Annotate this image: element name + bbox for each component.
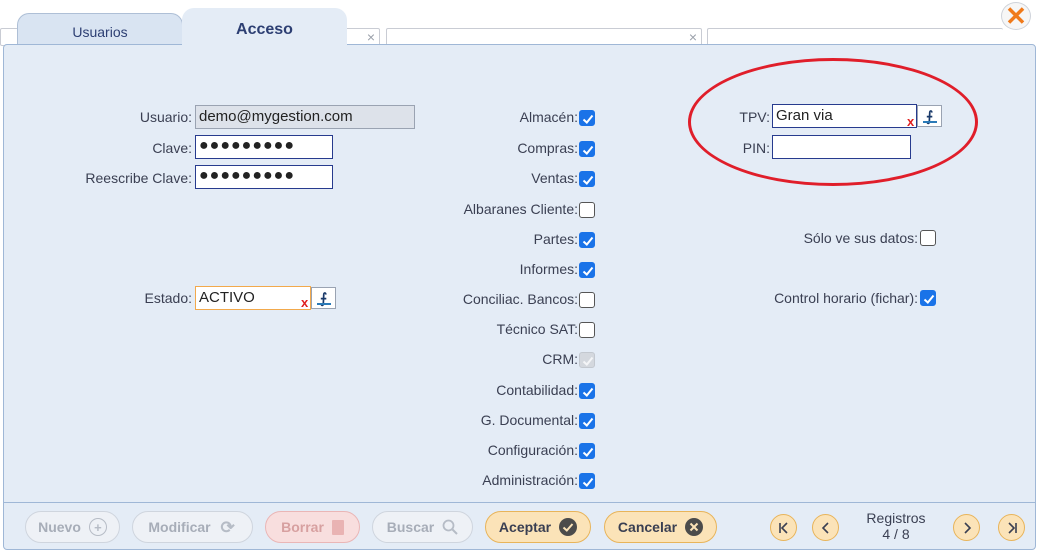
control-horario-checkbox[interactable] bbox=[920, 290, 936, 306]
cancelar-button[interactable]: Cancelar bbox=[604, 511, 717, 543]
chevron-left-icon bbox=[821, 521, 829, 534]
permission-checkbox[interactable] bbox=[579, 202, 595, 218]
modificar-label: Modificar bbox=[148, 519, 211, 535]
tab-usuarios[interactable]: Usuarios bbox=[17, 13, 183, 47]
registros-label: Registros bbox=[866, 510, 926, 526]
footer-toolbar: Nuevo + Modificar ⟳ Borrar Buscar Acepta… bbox=[3, 502, 1036, 550]
permission-label: Albaranes Cliente: bbox=[463, 201, 578, 217]
aceptar-button[interactable]: Aceptar bbox=[485, 511, 591, 543]
permission-checkbox[interactable] bbox=[579, 141, 595, 157]
permission-label: Conciliac. Bancos: bbox=[462, 291, 578, 307]
modificar-button[interactable]: Modificar ⟳ bbox=[132, 511, 253, 543]
usuario-field[interactable]: demo@mygestion.com bbox=[195, 105, 415, 129]
tab-acceso[interactable]: Acceso bbox=[182, 8, 347, 48]
pin-label: PIN: bbox=[742, 140, 770, 156]
clave-label: Clave: bbox=[152, 140, 192, 156]
plus-icon: + bbox=[88, 518, 107, 536]
first-record-button[interactable] bbox=[770, 514, 797, 541]
clear-estado-icon[interactable]: x bbox=[301, 295, 308, 310]
tpv-field[interactable]: Gran via bbox=[772, 104, 917, 128]
permission-label: Compras: bbox=[517, 140, 578, 156]
permission-label: Administración: bbox=[482, 472, 578, 488]
permission-label: Técnico SAT: bbox=[496, 321, 578, 337]
registros-counter: Registros 4 / 8 bbox=[851, 510, 941, 542]
permission-label: G. Documental: bbox=[480, 412, 578, 428]
buscar-label: Buscar bbox=[386, 519, 435, 535]
permission-checkbox[interactable] bbox=[579, 292, 595, 308]
estado-lookup-button[interactable]: ⨍ bbox=[311, 287, 336, 309]
trash-icon bbox=[331, 519, 344, 535]
password-field[interactable]: ●●●●●●●●● bbox=[195, 135, 333, 159]
permission-checkbox bbox=[579, 352, 595, 368]
permission-label: Partes: bbox=[533, 231, 578, 247]
close-icon[interactable]: ✕ bbox=[1001, 2, 1031, 30]
registros-value: 4 / 8 bbox=[882, 526, 910, 542]
permission-checkbox[interactable] bbox=[579, 171, 595, 187]
permission-label: CRM: bbox=[542, 351, 578, 367]
clear-icon[interactable]: × bbox=[367, 29, 375, 45]
cancel-circle-icon bbox=[685, 518, 704, 536]
tab-label: Acceso bbox=[236, 21, 293, 38]
cancelar-label: Cancelar bbox=[617, 519, 678, 535]
tab-label: Usuarios bbox=[72, 24, 128, 40]
permission-checkbox[interactable] bbox=[579, 443, 595, 459]
permission-checkbox[interactable] bbox=[579, 232, 595, 248]
permission-checkbox[interactable] bbox=[579, 383, 595, 399]
aceptar-label: Aceptar bbox=[498, 519, 552, 535]
permission-label: Configuración: bbox=[487, 442, 578, 458]
refresh-icon: ⟳ bbox=[220, 517, 235, 537]
estado-label: Estado: bbox=[144, 290, 192, 306]
permission-checkbox[interactable] bbox=[579, 322, 595, 338]
buscar-button[interactable]: Buscar bbox=[372, 511, 473, 543]
permission-label: Almacén: bbox=[519, 109, 578, 125]
last-page-icon bbox=[1007, 521, 1017, 534]
estado-field[interactable]: ACTIVO bbox=[195, 286, 311, 310]
permission-label: Informes: bbox=[519, 261, 578, 277]
confirm-password-field[interactable]: ●●●●●●●●● bbox=[195, 165, 333, 189]
previous-record-button[interactable] bbox=[812, 514, 839, 541]
next-record-button[interactable] bbox=[953, 514, 980, 541]
check-circle-icon bbox=[559, 518, 578, 536]
control-horario-label: Control horario (fichar): bbox=[774, 290, 918, 306]
borrar-button[interactable]: Borrar bbox=[265, 511, 360, 543]
solo-ve-sus-datos-checkbox[interactable] bbox=[920, 230, 936, 246]
clear-icon[interactable]: × bbox=[689, 29, 697, 45]
nuevo-button[interactable]: Nuevo + bbox=[25, 511, 120, 543]
clear-tpv-icon[interactable]: x bbox=[907, 114, 914, 129]
borrar-label: Borrar bbox=[281, 519, 324, 535]
nuevo-label: Nuevo bbox=[38, 519, 81, 535]
pin-field[interactable] bbox=[772, 135, 911, 159]
search-icon bbox=[442, 519, 458, 535]
permission-label: Contabilidad: bbox=[496, 382, 578, 398]
last-record-button[interactable] bbox=[998, 514, 1025, 541]
tpv-label: TPV: bbox=[739, 109, 770, 125]
tpv-lookup-button[interactable]: ⨍ bbox=[917, 105, 942, 127]
permission-checkbox[interactable] bbox=[579, 413, 595, 429]
reescribe-clave-label: Reescribe Clave: bbox=[85, 170, 192, 186]
permission-checkbox[interactable] bbox=[579, 110, 595, 126]
chevron-right-icon bbox=[963, 521, 971, 534]
usuario-label: Usuario: bbox=[139, 109, 192, 125]
permission-checkbox[interactable] bbox=[579, 262, 595, 278]
first-page-icon bbox=[778, 521, 788, 534]
permission-checkbox[interactable] bbox=[579, 473, 595, 489]
solo-ve-sus-datos-label: Sólo ve sus datos: bbox=[803, 230, 918, 246]
permission-label: Ventas: bbox=[531, 170, 578, 186]
